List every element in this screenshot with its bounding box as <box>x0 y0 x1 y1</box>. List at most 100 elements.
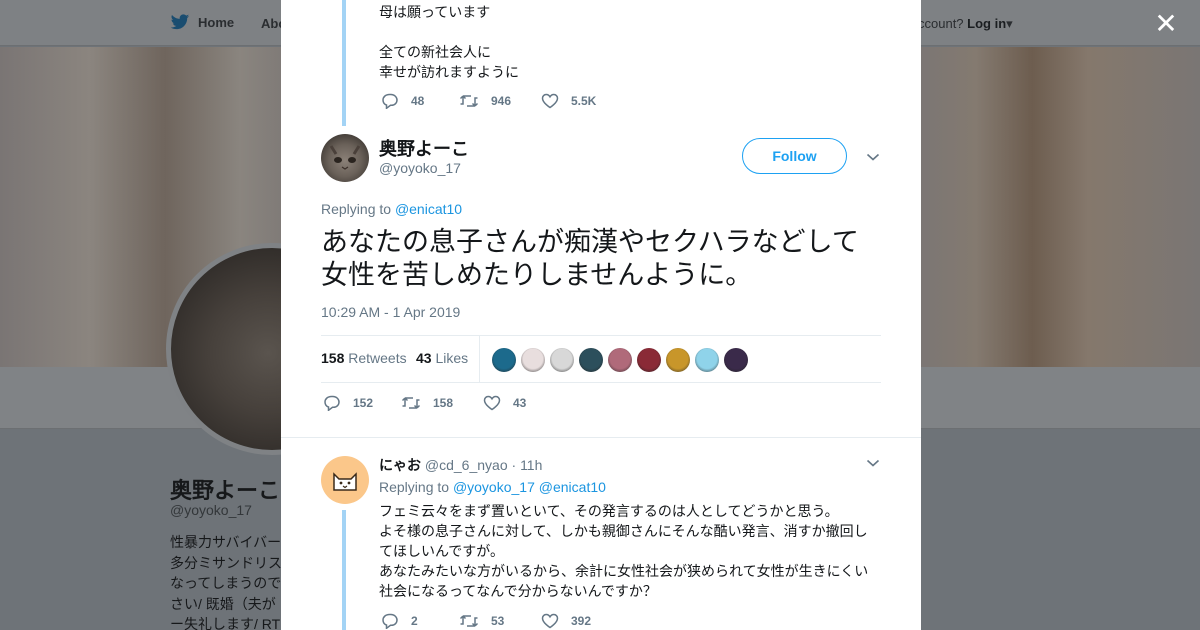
login-link[interactable]: Log in <box>967 16 1006 31</box>
caret-down-icon: ▾ <box>1006 16 1013 31</box>
reply-target-link[interactable]: @yoyoko_17 <box>453 479 535 495</box>
reply-button[interactable]: 152 <box>323 395 401 411</box>
thread-line <box>342 0 346 126</box>
tweet-modal: 母は願っています 全ての新社会人に 幸せが訪れますように 48 946 5.5K… <box>281 0 921 630</box>
account-prompt: ccount? <box>918 16 964 31</box>
profile-bio: 性暴力サバイバー 多分ミサンドリス なってしまうので さい/ 既婚（夫が ー失礼… <box>170 532 282 630</box>
reply-line: てほしいんですが。 <box>379 543 505 559</box>
heart-icon <box>541 93 559 109</box>
liker-avatar[interactable] <box>492 348 516 372</box>
bio-line: 多分ミサンドリス <box>170 554 282 571</box>
like-button[interactable]: 5.5K <box>541 93 596 109</box>
like-stat-count: 43 <box>416 350 432 366</box>
cat-avatar-icon <box>333 472 357 491</box>
chevron-down-icon[interactable] <box>866 152 880 162</box>
follow-button[interactable]: Follow <box>742 138 847 174</box>
retweet-button[interactable]: 158 <box>401 395 483 411</box>
author-name[interactable]: 奥野よーこ <box>379 135 469 161</box>
replying-prefix: Replying to <box>379 479 450 495</box>
nav-account: ccount? Log in▾ <box>918 16 1013 32</box>
reply-count: 2 <box>411 614 418 628</box>
close-icon[interactable]: ✕ <box>1152 10 1180 38</box>
tweet-timestamp[interactable]: 10:29 AM - 1 Apr 2019 <box>321 304 460 320</box>
reply-count: 152 <box>353 396 374 410</box>
reply-icon <box>324 395 340 411</box>
tweet-stats: 158 Retweets 43 Likes <box>321 335 881 383</box>
retweet-count: 158 <box>433 396 454 410</box>
nav-home[interactable]: Home <box>170 14 234 31</box>
reply-icon <box>382 613 398 629</box>
reply-button[interactable]: 48 <box>381 93 459 109</box>
heart-icon <box>541 613 559 629</box>
liker-avatar[interactable] <box>521 348 545 372</box>
bio-line: ー失礼します/ RT <box>170 616 281 630</box>
reply-line: フェミ云々をまず置いといて、その発言するのは人としてどうかと思う。 <box>379 503 839 519</box>
tweet-text: あなたの息子さんが痴漢やセクハラなどして女性を苦しめたりしませんように。 <box>321 227 859 290</box>
retweet-button[interactable]: 53 <box>459 613 541 629</box>
liker-avatar[interactable] <box>637 348 661 372</box>
author-avatar[interactable] <box>321 134 369 182</box>
reply-button[interactable]: 2 <box>381 613 459 629</box>
like-button[interactable]: 43 <box>483 395 526 411</box>
like-count: 43 <box>513 396 527 410</box>
liker-avatar[interactable] <box>724 348 748 372</box>
bio-line: さい/ 既婚（夫が <box>170 595 276 612</box>
reply-tweet-actions: 2 53 392 <box>381 613 591 629</box>
reply-author-handle[interactable]: @cd_6_nyao <box>425 457 508 473</box>
like-count: 392 <box>571 614 592 628</box>
heart-icon <box>483 395 501 411</box>
replying-prefix: Replying to <box>321 201 392 217</box>
reply-count: 48 <box>411 94 425 108</box>
reply-target-link[interactable]: @enicat10 <box>395 201 462 217</box>
reply-time[interactable]: 11h <box>520 457 542 473</box>
reply-target-link[interactable]: @enicat10 <box>539 479 606 495</box>
bio-line: なってしまうので <box>170 575 282 591</box>
reply-line: よそ様の息子さんに対して、しかも親御さんにそんな酷い発言、消すか撤回し <box>379 523 868 539</box>
previous-tweet-line: 幸せが訪れますように <box>379 64 519 80</box>
main-tweet-actions: 152 158 43 <box>323 395 526 411</box>
like-stat-label: Likes <box>435 350 469 366</box>
retweet-count: 53 <box>491 614 505 628</box>
author-handle[interactable]: @yoyoko_17 <box>379 160 461 176</box>
retweet-stat-label: Retweets <box>348 350 407 366</box>
reply-line: あなたみたいな方がいるから、余計に女性社会が狭められて女性が生きにくい <box>379 563 869 579</box>
reply-tweet-text: フェミ云々をまず置いといて、その発言するのは人としてどうかと思う。 よそ様の息子… <box>379 501 879 601</box>
bird-logo-icon <box>170 14 190 30</box>
reply-icon <box>382 93 398 109</box>
retweet-icon <box>459 95 479 107</box>
liker-avatar[interactable] <box>695 348 719 372</box>
reply-author-avatar[interactable] <box>321 456 369 504</box>
retweet-button[interactable]: 946 <box>459 93 541 109</box>
previous-tweet-text: 母は願っています 全ての新社会人に 幸せが訪れますように <box>379 2 519 82</box>
liker-avatar[interactable] <box>608 348 632 372</box>
liker-avatar[interactable] <box>579 348 603 372</box>
like-button[interactable]: 392 <box>541 613 591 629</box>
liker-avatar[interactable] <box>550 348 574 372</box>
reply-author-name[interactable]: にゃお <box>379 457 421 473</box>
bio-line: 性暴力サバイバー <box>170 534 282 550</box>
previous-tweet-actions: 48 946 5.5K <box>381 93 596 109</box>
thread-line <box>342 510 346 630</box>
reply-replying-to: Replying to @yoyoko_17 @enicat10 <box>379 479 606 495</box>
liker-avatar[interactable] <box>666 348 690 372</box>
replying-to: Replying to @enicat10 <box>321 201 462 217</box>
retweet-stat[interactable]: 158 Retweets <box>321 350 407 366</box>
profile-name: 奥野よーこ <box>170 478 281 503</box>
chevron-down-icon[interactable] <box>866 458 880 468</box>
previous-tweet-line <box>379 22 519 42</box>
cat-avatar-icon <box>329 145 361 170</box>
reply-header: にゃお @cd_6_nyao · 11h <box>379 455 542 475</box>
liker-avatars <box>492 348 748 372</box>
retweet-icon <box>459 615 479 627</box>
retweet-icon <box>401 397 421 409</box>
nav-home-label: Home <box>198 15 235 30</box>
like-stat[interactable]: 43 Likes <box>416 350 468 366</box>
like-count: 5.5K <box>571 94 597 108</box>
profile-handle: @yoyoko_17 <box>170 502 252 518</box>
previous-tweet-line: 母は願っています <box>379 4 491 20</box>
reply-separator <box>281 437 921 438</box>
dot-separator: · <box>511 457 517 473</box>
previous-tweet-line: 全ての新社会人に <box>379 44 491 60</box>
retweet-stat-count: 158 <box>321 350 345 366</box>
stats-divider <box>479 336 480 383</box>
